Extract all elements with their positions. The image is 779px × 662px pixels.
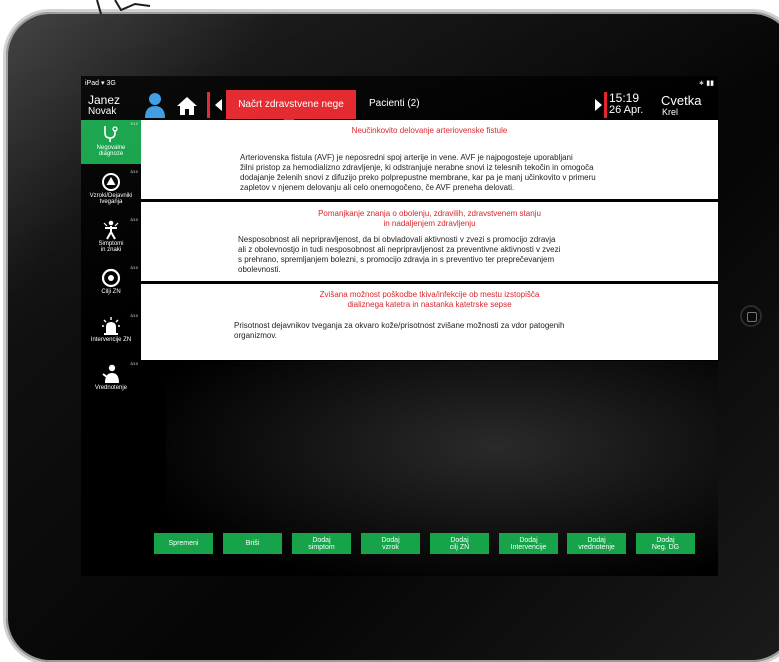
- diagnosis-description: Nesposobnost ali nepripravljenost, da bi…: [238, 235, 561, 274]
- tab-care-plan[interactable]: Načrt zdravstvene nege: [226, 90, 356, 125]
- item-count: 3/10: [130, 121, 138, 126]
- add-symptom-button[interactable]: Dodaj simptom: [292, 533, 351, 554]
- add-cause-button[interactable]: Dodaj vzrok: [361, 533, 420, 554]
- diagnosis-description: Arteriovenska fistula (AVF) je neposredn…: [240, 153, 596, 192]
- sidebar-item-label: Simptomi in znaki: [98, 241, 124, 253]
- clock-time: 15:19: [609, 91, 640, 105]
- sidebar-item-label: Vzroki/Dejavniki tveganja: [89, 193, 133, 205]
- header-divider: [207, 92, 210, 118]
- item-count: 3/10: [130, 313, 138, 318]
- evaluation-person-icon: [102, 364, 119, 383]
- diagnosis-card[interactable]: Neučinkovito delovanje arteriovenske fis…: [141, 120, 718, 199]
- wifi-icon: ▾: [100, 80, 105, 87]
- add-evaluation-button[interactable]: Dodaj vrednotenje: [567, 533, 626, 554]
- item-count: 3/10: [130, 265, 138, 270]
- home-icon[interactable]: [176, 96, 198, 116]
- carrier-text: iPad: [85, 80, 100, 87]
- tab-patients[interactable]: Pacienti (2): [369, 98, 420, 109]
- sidebar-item-symptoms[interactable]: 3/10 Simptomi in znaki: [81, 216, 141, 260]
- sidebar-item-causes[interactable]: 3/10 Vzroki/Dejavniki tveganja: [81, 168, 141, 212]
- diagnosis-title: Pomanjkanje znanja o obolenju, zdravilih…: [318, 209, 541, 228]
- sidebar: 3/10 Negovalne diagnoze 3/10 Vzroki/Dejav…: [81, 120, 141, 420]
- tab-prev-arrow-icon[interactable]: [215, 99, 222, 111]
- add-goal-button[interactable]: Dodaj cilj ZN: [430, 533, 489, 554]
- signal-text: 3G: [106, 80, 116, 87]
- item-count: 3/10: [130, 361, 138, 366]
- sidebar-item-label: Vrednotenje: [94, 385, 128, 391]
- warning-circle-icon: [102, 173, 120, 191]
- diagnosis-title: Zvišana možnost poškodbe tkiva/infekcije…: [319, 290, 540, 309]
- target-icon: [101, 268, 121, 288]
- action-toolbar: Spremeni Briši Dodaj simptom Dodaj vzrok D…: [81, 531, 718, 556]
- sidebar-item-interventions[interactable]: 3/10 Intervencije ZN: [81, 312, 141, 356]
- sidebar-item-label: Intervencije ZN: [90, 337, 132, 343]
- diagnosis-card[interactable]: Pomanjkanje znanja o obolenju, zdravilih…: [141, 202, 718, 281]
- item-count: 3/10: [130, 217, 138, 222]
- user-first-name: Janez: [88, 93, 121, 107]
- siren-icon: [102, 317, 120, 335]
- sidebar-item-nursing-diagnoses[interactable]: 3/10 Negovalne diagnoze: [81, 120, 141, 164]
- item-count: 3/10: [130, 169, 138, 174]
- stethoscope-icon: [104, 126, 118, 142]
- edit-button[interactable]: Spremeni: [154, 533, 213, 554]
- device-home-button[interactable]: [740, 305, 762, 327]
- person-icon[interactable]: [144, 92, 166, 118]
- header-divider-right: [604, 92, 607, 118]
- app-screen: iPad ▾ 3G ∗ ▮▮ Janez Novak Načrt zdravst…: [81, 76, 718, 576]
- sidebar-item-label: Negovalne diagnoze: [96, 145, 126, 157]
- carrier-label: iPad ▾ 3G: [85, 79, 116, 87]
- diagnosis-description: Prisotnost dejavnikov tveganja za okvaro…: [234, 321, 565, 340]
- staff-first-name: Cvetka: [661, 93, 702, 108]
- diagnosis-title: Neučinkovito delovanje arteriovenske fis…: [351, 126, 508, 135]
- symptom-figure-icon: [103, 220, 119, 240]
- staff-last-name: Krel: [662, 107, 679, 117]
- battery-icon: ∗ ▮▮: [698, 80, 714, 87]
- tab-next-arrow-icon[interactable]: [595, 99, 602, 111]
- app-header: Janez Novak Načrt zdravstvene nege Pacie…: [81, 90, 718, 125]
- top-edge-marks: [96, 0, 151, 14]
- add-nursing-diagnosis-button[interactable]: Dodaj Neg. DG: [636, 533, 695, 554]
- delete-button[interactable]: Briši: [223, 533, 282, 554]
- clock-date: 26 Apr.: [609, 104, 644, 116]
- diagnosis-card[interactable]: Zvišana možnost poškodbe tkiva/infekcije…: [141, 284, 718, 360]
- diagnosis-list: Neučinkovito delovanje arteriovenske fis…: [141, 120, 718, 360]
- user-last-name: Novak: [88, 106, 117, 117]
- add-intervention-button[interactable]: Dodaj Intervencije: [499, 533, 558, 554]
- sidebar-item-evaluation[interactable]: 3/10 Vrednotenje: [81, 360, 141, 404]
- sidebar-item-label: Cilji ZN: [101, 289, 121, 295]
- sidebar-item-goals[interactable]: 3/10 Cilji ZN: [81, 264, 141, 308]
- status-bar: iPad ▾ 3G ∗ ▮▮: [81, 76, 718, 90]
